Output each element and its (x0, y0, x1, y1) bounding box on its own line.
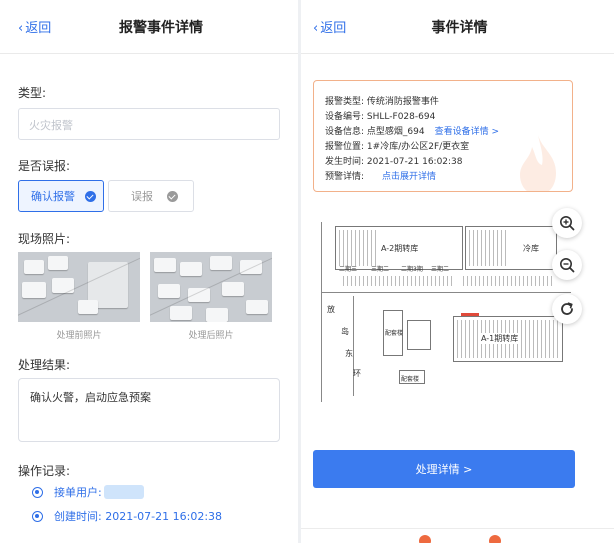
small-building-label: 配套楼 (385, 330, 404, 337)
road-line (321, 222, 322, 402)
timeline-dot-icon (32, 510, 43, 522)
right-top-bar: ‹ 返回 事件详情 (301, 0, 614, 54)
status-dot (419, 535, 431, 543)
page-title: 事件详情 (431, 19, 488, 36)
road-label: 东 (345, 349, 353, 358)
photo-before[interactable] (18, 252, 140, 322)
process-detail-button[interactable]: 处理详情 > (313, 450, 575, 488)
chevron-left-icon: ‹ (18, 21, 24, 36)
status-dot (489, 535, 501, 543)
redacted-username (103, 485, 144, 499)
log-label: 操作记录: (18, 464, 71, 478)
info-value: 传统消防报警事件 (366, 97, 439, 107)
small-building-label: 配套楼 (401, 376, 420, 383)
floor-plan-map[interactable]: A-2期转库 冷库 二期三 三期二 二期3期 三期二 放 岛 东 环 配套楼 配… (313, 212, 573, 404)
type-field[interactable]: 火灾报警 (18, 108, 280, 140)
back-label: 返回 (320, 21, 347, 36)
road-line (321, 292, 571, 293)
back-button[interactable]: ‹ 返回 (18, 17, 51, 36)
type-label: 类型: (18, 86, 47, 100)
photo-after[interactable] (150, 252, 272, 322)
back-button[interactable]: ‹ 返回 (313, 17, 346, 36)
info-value: SHLL-F028-694 (366, 112, 436, 122)
photos-label: 现场照片: (18, 232, 71, 246)
log-item-created: 创建时间: 2021-07-21 16:02:38 (32, 508, 222, 524)
info-row-type: 报警类型: 传统消防报警事件 (325, 94, 439, 107)
road-line (353, 296, 354, 396)
refresh-button[interactable] (552, 294, 582, 324)
flame-icon (520, 135, 556, 191)
result-label: 处理结果: (18, 358, 71, 372)
photo-before-caption: 处理前照片 (56, 331, 102, 341)
false-alarm-option-label: 误报 (131, 190, 153, 203)
info-row-code: 设备编号: SHLL-F028-694 (325, 109, 435, 122)
check-circle-icon (167, 190, 178, 202)
false-alarm-option[interactable]: 误报 (108, 180, 194, 212)
road-label: 岛 (341, 327, 349, 336)
log-item-receiver: 接单用户: (32, 484, 144, 500)
event-detail-panel: ‹ 返回 事件详情 报警类型: 传统消防报警事件 设备编号: SHLL-F028-… (301, 0, 614, 543)
small-building (407, 320, 431, 350)
parking-row (343, 276, 453, 286)
info-key: 发生时间: (325, 157, 365, 167)
parking-row (463, 276, 553, 286)
zoom-out-button[interactable] (552, 250, 582, 280)
confirm-alarm-option[interactable]: 确认报警 (18, 180, 104, 212)
alarm-info-card: 报警类型: 传统消防报警事件 设备编号: SHLL-F028-694 设备信息:… (313, 80, 573, 192)
info-key: 设备信息: (325, 127, 365, 137)
area-label: 二期三 (339, 266, 358, 273)
info-key: 预警详情: (325, 172, 365, 182)
area-label: 三期二 (371, 266, 390, 273)
back-label: 返回 (25, 21, 52, 36)
info-row-detail: 预警详情: 点击展开详情 (325, 169, 436, 182)
photo-after-caption: 处理后照片 (188, 331, 234, 341)
check-circle-icon (85, 190, 96, 202)
info-key: 报警类型: (325, 97, 365, 107)
info-row-time: 发生时间: 2021-07-21 16:02:38 (325, 154, 463, 167)
log-item-text: 接单用户: (54, 486, 102, 499)
info-value: 2021-07-21 16:02:38 (366, 157, 463, 167)
chevron-left-icon: ‹ (313, 21, 319, 36)
expand-detail-link[interactable]: 点击展开详情 (382, 172, 436, 182)
zoom-in-button[interactable] (552, 208, 582, 238)
info-row-device: 设备信息: 点型感烟_694 查看设备详情 > (325, 124, 499, 137)
view-device-link[interactable]: 查看设备详情 > (435, 127, 499, 137)
area-label: 三期二 (431, 266, 450, 273)
log-item-text: 创建时间: 2021-07-21 16:02:38 (54, 510, 223, 523)
info-key: 设备编号: (325, 112, 365, 122)
confirm-alarm-label: 确认报警 (31, 190, 75, 203)
building-a2-label: A-2期转库 (381, 244, 419, 253)
info-row-location: 报警位置: 1#冷库/办公区2F/更衣室 (325, 139, 469, 152)
timeline-dot-icon (32, 486, 43, 498)
bottom-divider (301, 528, 614, 529)
zoom-in-icon (560, 216, 575, 231)
road-label: 放 (327, 305, 335, 314)
map-hatch (469, 230, 509, 266)
map-hatch (339, 230, 379, 266)
left-top-bar: ‹ 返回 报警事件详情 (0, 0, 298, 54)
info-key: 报警位置: (325, 142, 365, 152)
zoom-out-icon (560, 258, 575, 273)
info-value: 点型感烟_694 (366, 127, 425, 137)
road-label: 环 (353, 369, 361, 378)
area-label: 二期3期 (401, 266, 423, 273)
false-alarm-label: 是否误报: (18, 159, 71, 173)
alarm-location-marker[interactable] (461, 313, 479, 316)
refresh-icon (561, 302, 573, 315)
building-a1-label: A-1期转库 (479, 333, 521, 344)
result-textarea[interactable]: 确认火警，启动应急预案 (18, 378, 280, 442)
building-cold-label: 冷库 (523, 244, 539, 253)
alarm-event-detail-panel: ‹ 返回 报警事件详情 类型: 火灾报警 是否误报: 确认报警 误报 现场照片: … (0, 0, 298, 543)
info-value: 1#冷库/办公区2F/更衣室 (366, 142, 470, 152)
